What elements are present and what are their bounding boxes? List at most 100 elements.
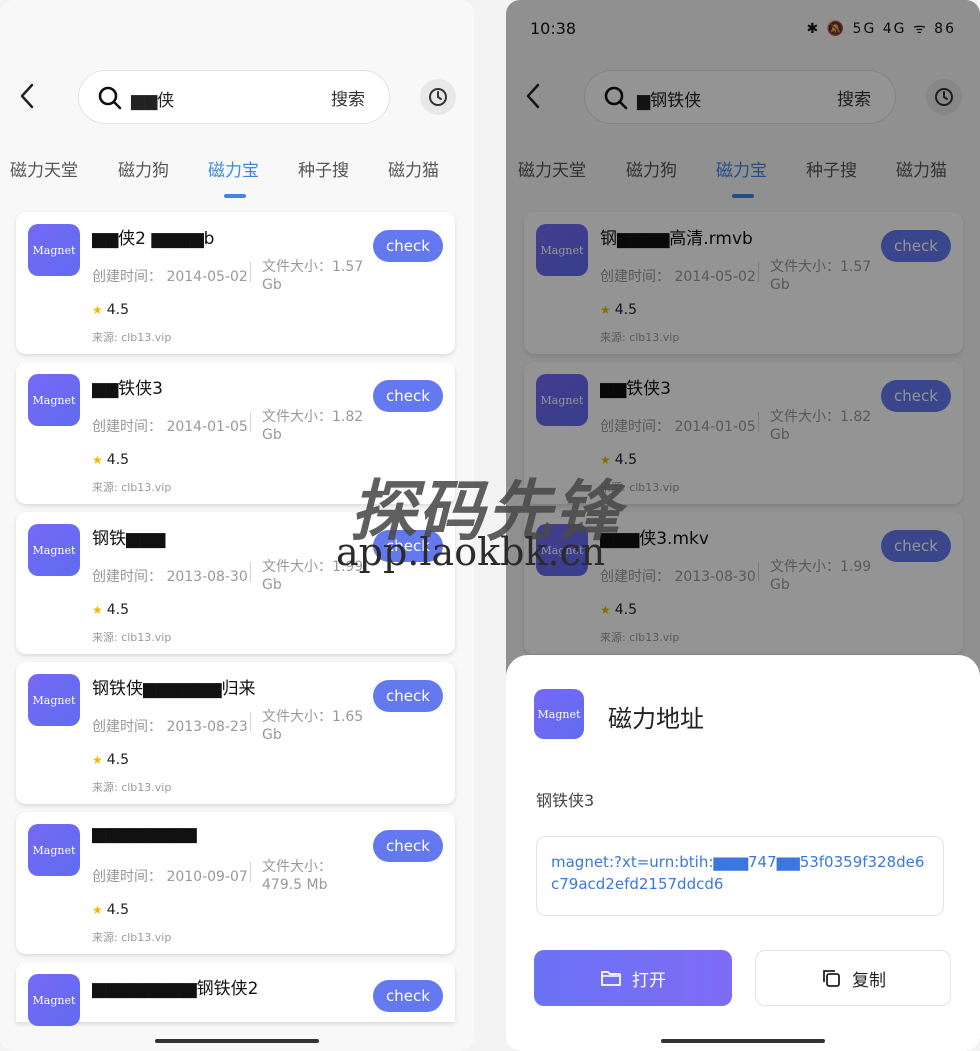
star-icon: ★ [92, 903, 103, 917]
file-size: 文件大小：1.99 Gb [262, 558, 372, 594]
chevron-left-icon [20, 83, 34, 109]
result-title: 钢铁▆▆▆ [92, 529, 166, 549]
gesture-bar [155, 1039, 319, 1043]
magnet-logo: Magnet [28, 224, 80, 276]
file-size-label: 文件大小： [262, 859, 332, 875]
rating-value: 4.5 [106, 302, 130, 318]
open-label: 打开 [632, 970, 666, 991]
magnet-logo: Magnet [28, 524, 80, 576]
created-time-value: 2010-09-07 [166, 869, 248, 885]
file-size: 文件大小：1.57 Gb [262, 258, 372, 294]
rating: ★ 4.5 [92, 752, 129, 768]
left-phone-screen: ▆▆侠 搜索 磁力天堂 磁力狗 磁力宝 种子搜 磁力猫 Magnet ▆▆侠2 … [0, 0, 474, 1051]
gesture-bar [661, 1039, 825, 1043]
star-icon: ★ [92, 453, 103, 467]
tab-zhongzisou[interactable]: 种子搜 [298, 156, 349, 181]
tab-citiantang[interactable]: 磁力天堂 [10, 156, 78, 181]
screenshot-stage: ▆▆侠 搜索 磁力天堂 磁力狗 磁力宝 种子搜 磁力猫 Magnet ▆▆侠2 … [0, 0, 980, 1051]
magnet-logo: Magnet [28, 824, 80, 876]
created-time: 创建时间： 2013-08-23 [92, 716, 248, 736]
file-size-value: 479.5 Mb [262, 877, 328, 893]
result-title: ▆▆铁侠3 [92, 379, 163, 399]
clock-icon [429, 88, 447, 106]
folder-icon [601, 971, 621, 986]
rating-value: 4.5 [106, 452, 130, 468]
result-list: Magnet ▆▆侠2 ▆▆▆▆b check 创建时间： 2014-05-02… [16, 212, 455, 1030]
file-size-label: 文件大小： [262, 409, 332, 425]
copy-icon [823, 970, 840, 987]
search-box[interactable]: ▆▆侠 搜索 [78, 70, 390, 124]
divider [250, 562, 251, 582]
active-tab-indicator [224, 194, 246, 198]
source-text: 来源: clb13.vip [92, 781, 172, 794]
divider [250, 262, 251, 282]
search-button[interactable]: 搜索 [331, 85, 365, 110]
copy-label: 复制 [852, 970, 886, 991]
created-time-label: 创建时间： [92, 719, 162, 735]
rating: ★ 4.5 [92, 602, 129, 618]
open-button[interactable]: 打开 [534, 950, 732, 1006]
resource-name: 钢铁侠3 [536, 791, 595, 810]
star-icon: ★ [92, 753, 103, 767]
search-input[interactable]: ▆▆侠 [131, 86, 174, 111]
file-size-label: 文件大小： [262, 559, 332, 575]
source-text: 来源: clb13.vip [92, 481, 172, 494]
file-size-label: 文件大小： [262, 709, 332, 725]
rating: ★ 4.5 [92, 452, 129, 468]
result-card[interactable]: Magnet ▆▆铁侠3 check 创建时间： 2014-01-05 文件大小… [16, 362, 455, 504]
source-text: 来源: clb13.vip [92, 331, 172, 344]
check-button[interactable]: check [373, 680, 443, 712]
magnet-logo: Magnet [28, 374, 80, 426]
tab-cibao[interactable]: 磁力宝 [208, 156, 259, 181]
divider [250, 412, 251, 432]
magnet-bottom-sheet: Magnet 磁力地址 钢铁侠3 magnet:?xt=urn:btih:▆▆▆… [506, 655, 980, 1051]
check-button[interactable]: check [373, 380, 443, 412]
check-button[interactable]: check [373, 530, 443, 562]
created-time: 创建时间： 2014-01-05 [92, 416, 248, 436]
star-icon: ★ [92, 603, 103, 617]
file-size-label: 文件大小： [262, 259, 332, 275]
result-card[interactable]: Magnet ▆▆▆▆▆▆▆▆ check 创建时间： 2010-09-07 文… [16, 812, 455, 954]
copy-button[interactable]: 复制 [755, 950, 951, 1006]
file-size: 文件大小：1.65 Gb [262, 708, 372, 744]
history-button[interactable] [420, 79, 456, 115]
rating: ★ 4.5 [92, 302, 129, 318]
created-time-value: 2014-01-05 [166, 419, 248, 435]
magnet-link-text[interactable]: magnet:?xt=urn:btih:▆▆▆747▆▆53f0359f328d… [536, 836, 944, 916]
result-title: ▆▆▆▆▆▆▆▆ [92, 824, 197, 844]
check-button[interactable]: check [373, 830, 443, 862]
created-time: 创建时间： 2010-09-07 [92, 866, 248, 886]
tab-cimao[interactable]: 磁力猫 [388, 156, 439, 181]
magnet-logo: Magnet [534, 689, 584, 739]
tab-cigou[interactable]: 磁力狗 [118, 156, 169, 181]
created-time-label: 创建时间： [92, 269, 162, 285]
back-button[interactable] [14, 78, 44, 114]
search-bar-row: ▆▆侠 搜索 [0, 70, 474, 124]
sheet-title: 磁力地址 [608, 705, 704, 733]
created-time: 创建时间： 2014-05-02 [92, 266, 248, 286]
created-time-label: 创建时间： [92, 569, 162, 585]
star-icon: ★ [92, 303, 103, 317]
created-time-value: 2014-05-02 [166, 269, 248, 285]
result-card[interactable]: Magnet ▆▆侠2 ▆▆▆▆b check 创建时间： 2014-05-02… [16, 212, 455, 354]
source-text: 来源: clb13.vip [92, 631, 172, 644]
check-button[interactable]: check [373, 230, 443, 262]
divider [250, 862, 251, 882]
rating-value: 4.5 [106, 752, 130, 768]
created-time-value: 2013-08-23 [166, 719, 248, 735]
created-time-label: 创建时间： [92, 869, 162, 885]
right-phone-screen: 10:38 ✱ 🔕 5G 4G ᯤ 86 ▆钢铁侠 搜索 磁力天堂 磁力狗 磁力… [506, 0, 980, 1051]
result-title: ▆▆▆▆▆▆▆▆钢铁侠2 [92, 979, 259, 999]
check-button[interactable]: check [373, 980, 443, 1012]
search-icon [98, 86, 122, 110]
rating: ★ 4.5 [92, 902, 129, 918]
rating-value: 4.5 [106, 902, 130, 918]
file-size: 文件大小：1.82 Gb [262, 408, 372, 444]
created-time: 创建时间： 2013-08-30 [92, 566, 248, 586]
magnet-logo: Magnet [28, 974, 80, 1026]
result-card[interactable]: Magnet 钢铁侠▆▆▆▆▆▆归来 check 创建时间： 2013-08-2… [16, 662, 455, 804]
result-card[interactable]: Magnet 钢铁▆▆▆ check 创建时间： 2013-08-30 文件大小… [16, 512, 455, 654]
result-card[interactable]: Magnet ▆▆▆▆▆▆▆▆钢铁侠2 check [16, 962, 455, 1026]
divider [250, 712, 251, 732]
file-size: 文件大小： 479.5 Mb [262, 858, 372, 894]
